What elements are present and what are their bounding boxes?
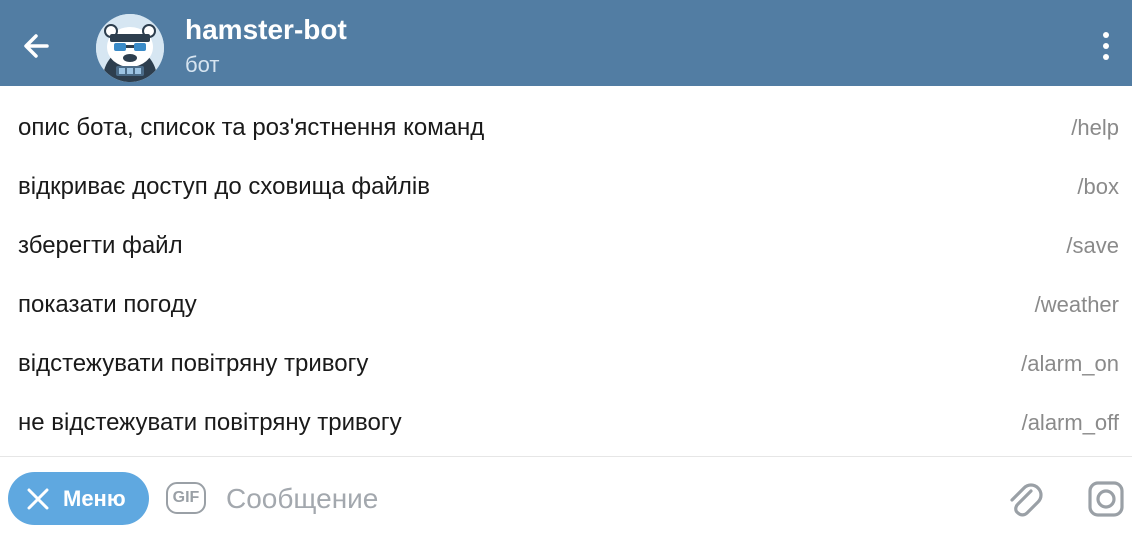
chat-subtitle: бот [185,52,220,77]
command-name: /box [1077,174,1119,199]
chat-header: hamster-bot бот [0,0,1132,86]
paperclip-icon [1010,483,1043,517]
command-row-save[interactable]: зберегти файл /save [0,217,1132,276]
more-vertical-icon [1103,32,1109,38]
command-row-alarm-on[interactable]: відстежувати повітряну тривогу /alarm_on [0,335,1132,394]
command-description: зберегти файл [18,232,183,259]
command-description: показати погоду [18,291,197,318]
command-name: /alarm_on [1021,351,1119,376]
hamster-avatar-icon [96,14,164,82]
chat-title[interactable]: hamster-bot [185,14,347,46]
menu-label: Меню [63,485,126,511]
command-row-weather[interactable]: показати погоду /weather [0,276,1132,335]
command-name: /save [1066,233,1119,258]
gif-icon[interactable]: GIF [166,482,206,514]
command-description: відстежувати повітряну тривогу [18,350,369,377]
back-button[interactable] [16,26,56,66]
arrow-left-icon [24,34,49,58]
command-row-box[interactable]: відкриває доступ до сховища файлів /box [0,158,1132,217]
camera-button[interactable] [1086,477,1126,521]
command-name: /weather [1034,292,1119,317]
bot-avatar[interactable] [96,14,164,82]
command-row-help[interactable]: опис бота, список та роз'ястнення команд… [0,99,1132,158]
command-description: не відстежувати повітряну тривогу [18,409,402,436]
message-input[interactable] [226,477,966,521]
close-icon [25,486,51,512]
bot-commands-list: опис бота, список та роз'ястнення команд… [0,99,1132,453]
command-name: /help [1071,115,1119,140]
camera-icon [1088,481,1124,517]
command-description: опис бота, список та роз'ястнення команд [18,114,485,141]
message-input-bar: Меню GIF [0,457,1132,535]
command-description: відкриває доступ до сховища файлів [18,173,430,200]
command-name: /alarm_off [1021,410,1119,435]
menu-button[interactable]: Меню [8,472,149,525]
more-options-button[interactable] [1090,26,1122,66]
attachment-button[interactable] [1006,477,1046,521]
command-row-alarm-off[interactable]: не відстежувати повітряну тривогу /alarm… [0,394,1132,453]
